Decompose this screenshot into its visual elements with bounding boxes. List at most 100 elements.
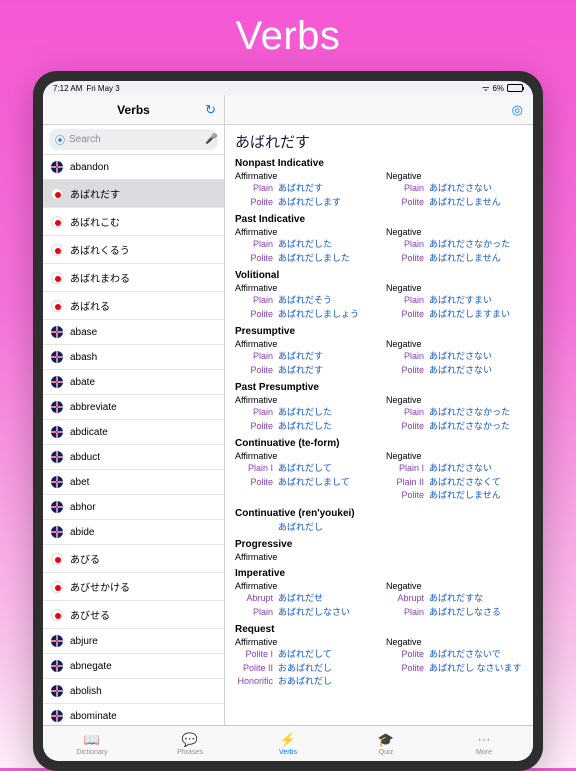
tab-icon: ⋯ <box>478 732 491 748</box>
verb-item[interactable]: あばれくるう <box>43 236 224 264</box>
status-bar: 7:12 AM Fri May 3 ᯤ 6% <box>43 81 533 95</box>
form-value: あばれだした <box>278 420 332 434</box>
verb-item[interactable]: abjure <box>43 629 224 654</box>
search-input[interactable] <box>69 134 201 145</box>
verb-item[interactable]: あびせる <box>43 601 224 629</box>
verb-item[interactable]: abash <box>43 345 224 370</box>
detail-body[interactable]: あばれだす Nonpast IndicativeAffirmativePlain… <box>225 125 533 725</box>
conjugation-section-title: Progressive <box>235 539 523 550</box>
uk-flag-icon <box>51 710 63 722</box>
tab-dictionary[interactable]: 📖Dictionary <box>43 726 141 761</box>
tab-label: Quiz <box>379 749 393 756</box>
verb-item[interactable]: あびせかける <box>43 573 224 601</box>
column-head: Affirmative <box>235 637 372 647</box>
conjugation-section-title: Past Indicative <box>235 214 523 225</box>
list-title: Verbs <box>117 103 150 117</box>
search-icon: ⦿ <box>55 132 65 147</box>
form-label: Abrupt <box>386 592 424 606</box>
tab-bar: 📖Dictionary💬Phrases⚡Verbs🎓Quiz⋯More <box>43 725 533 761</box>
conjugation-section-title: Volitional <box>235 270 523 281</box>
history-button[interactable]: ↻ <box>205 102 216 118</box>
form-label: Plain <box>386 350 424 364</box>
jp-flag-icon <box>51 609 63 621</box>
verb-list[interactable]: abandonあばれだすあばれこむあばれくるうあばれまわるあばれるabase ab… <box>43 155 224 725</box>
uk-flag-icon <box>51 501 63 513</box>
status-date: Fri May 3 <box>86 84 119 93</box>
form-label: Plain II <box>386 476 424 490</box>
verb-item[interactable]: abet <box>43 470 224 495</box>
form-label: Plain <box>386 182 424 196</box>
uk-flag-icon <box>51 376 63 388</box>
tab-icon: 💬 <box>182 732 198 748</box>
tab-verbs[interactable]: ⚡Verbs <box>239 726 337 761</box>
verb-item[interactable]: abolish <box>43 679 224 704</box>
verb-label: abash <box>70 352 97 363</box>
form-value: あばれだして <box>278 462 332 476</box>
form-value: あばれだす <box>278 364 323 378</box>
verb-label: abjure <box>70 636 98 647</box>
verbs-list-pane: Verbs ↻ ⦿ 🎤 abandonあばれだすあばれこむあばれくるうあばれまわ… <box>43 95 225 725</box>
verb-item[interactable]: abnegate <box>43 654 224 679</box>
verb-item[interactable]: あびる <box>43 545 224 573</box>
verb-item[interactable]: abominate <box>43 704 224 725</box>
form-label: Polite II <box>235 662 273 676</box>
verb-item[interactable]: abide <box>43 520 224 545</box>
tab-more[interactable]: ⋯More <box>435 726 533 761</box>
audio-button[interactable]: ◎ <box>512 102 523 118</box>
column-head: Negative <box>386 637 523 647</box>
tab-label: Verbs <box>279 749 297 756</box>
tab-label: Phrases <box>177 749 203 756</box>
form-label: Polite <box>386 196 424 210</box>
jp-flag-icon <box>51 216 63 228</box>
column-head: Negative <box>386 227 523 237</box>
form-value: あばれだせ <box>278 592 323 606</box>
verb-item[interactable]: abate <box>43 370 224 395</box>
verb-label: abdicate <box>70 427 108 438</box>
form-value: おあばれだし <box>278 675 332 689</box>
search-box[interactable]: ⦿ 🎤 <box>49 129 218 150</box>
verb-item[interactable]: あばれこむ <box>43 208 224 236</box>
verb-item[interactable]: abhor <box>43 495 224 520</box>
verb-label: abbreviate <box>70 402 117 413</box>
detail-pane: ◎ あばれだす Nonpast IndicativeAffirmativePla… <box>225 95 533 725</box>
form-value: あばれだします <box>278 196 341 210</box>
verb-item[interactable]: あばれだす <box>43 180 224 208</box>
uk-flag-icon <box>51 451 63 463</box>
screen: 7:12 AM Fri May 3 ᯤ 6% Verbs ↻ ⦿ 🎤 aband… <box>43 81 533 761</box>
status-time: 7:12 AM <box>53 84 82 93</box>
form-label: Honorific <box>235 675 273 689</box>
tab-phrases[interactable]: 💬Phrases <box>141 726 239 761</box>
uk-flag-icon <box>51 426 63 438</box>
form-label: Plain <box>235 606 273 620</box>
form-value: あばれだしました <box>278 252 350 266</box>
verb-label: あびせかける <box>70 579 130 594</box>
verb-label: abide <box>70 527 94 538</box>
form-label: Plain <box>235 350 273 364</box>
verb-item[interactable]: あばれまわる <box>43 264 224 292</box>
verb-label: あばれくるう <box>70 242 130 257</box>
verb-label: abominate <box>70 711 117 722</box>
form-value: あばれだしません <box>429 489 501 503</box>
column-head: Affirmative <box>235 283 372 293</box>
jp-flag-icon <box>51 244 63 256</box>
form-label: Polite <box>235 364 273 378</box>
verb-label: あばれまわる <box>70 270 130 285</box>
form-value: あばれださない <box>429 364 492 378</box>
form-value: あばれだし なさいます <box>429 662 522 676</box>
verb-item[interactable]: abduct <box>43 445 224 470</box>
column-head: Affirmative <box>235 227 372 237</box>
column-head: Affirmative <box>235 171 372 181</box>
uk-flag-icon <box>51 660 63 672</box>
verb-item[interactable]: あばれる <box>43 292 224 320</box>
mic-icon[interactable]: 🎤 <box>205 134 217 145</box>
verb-item[interactable]: abbreviate <box>43 395 224 420</box>
form-value: あばれださなかった <box>429 406 510 420</box>
column-head: Negative <box>386 171 523 181</box>
tab-quiz[interactable]: 🎓Quiz <box>337 726 435 761</box>
headword: あばれだす <box>235 131 523 152</box>
verb-item[interactable]: abdicate <box>43 420 224 445</box>
conjugation-section-title: Continuative (ren'youkei) <box>235 508 523 519</box>
verb-item[interactable]: abandon <box>43 155 224 180</box>
verb-item[interactable]: abase <box>43 320 224 345</box>
form-label: Abrupt <box>235 592 273 606</box>
